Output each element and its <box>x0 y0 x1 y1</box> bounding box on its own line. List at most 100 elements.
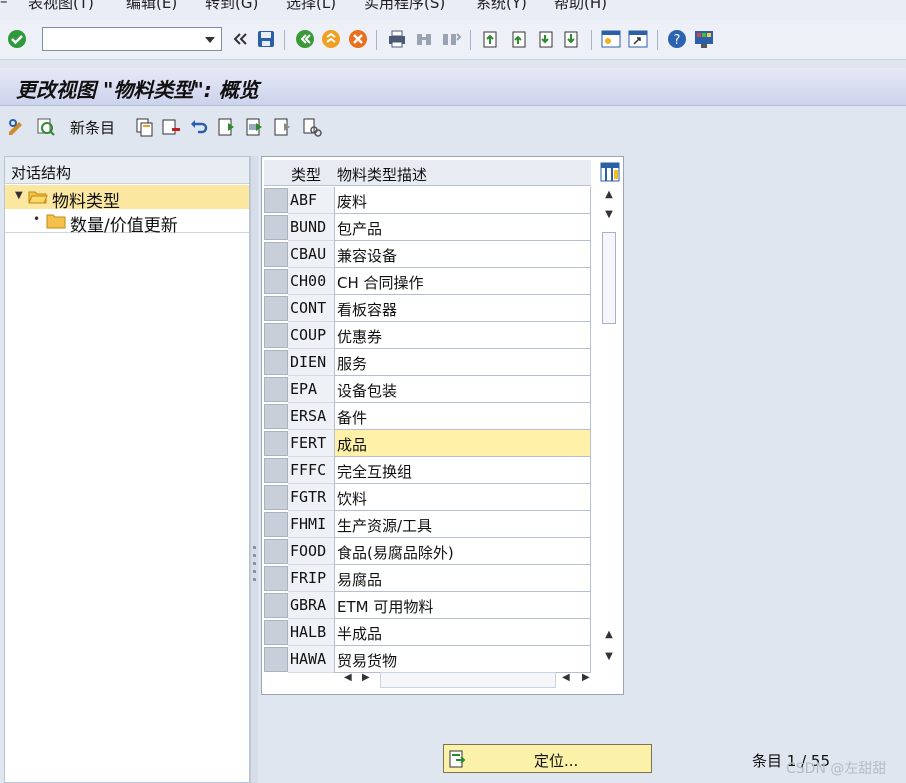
row-selector[interactable] <box>264 512 288 537</box>
tree-node-material-types[interactable]: ▼ 物料类型 <box>5 185 249 212</box>
scroll-bottom-icon[interactable]: ▼ <box>600 649 618 665</box>
print-icon[interactable] <box>386 28 408 50</box>
menu-utilities[interactable]: 实用程序(S) <box>364 0 445 13</box>
scroll-left-icon[interactable]: ◀ <box>344 672 352 683</box>
last-page-icon[interactable] <box>561 28 583 50</box>
row-selector[interactable] <box>264 647 288 672</box>
scroll-right-icon[interactable]: ▶ <box>362 672 370 683</box>
customize-layout-icon[interactable] <box>693 28 715 50</box>
expand-arrow-icon[interactable]: ▼ <box>15 190 23 201</box>
row-selector[interactable] <box>264 485 288 510</box>
menu-selection[interactable]: 选择(L) <box>286 0 336 13</box>
bc-set-icon[interactable] <box>301 116 323 138</box>
row-selector[interactable] <box>264 593 288 618</box>
row-selector[interactable] <box>264 269 288 294</box>
command-field[interactable] <box>42 27 222 51</box>
dropdown-icon[interactable] <box>199 28 221 50</box>
scroll-thumb[interactable] <box>602 232 616 324</box>
position-button[interactable]: 定位... <box>443 744 652 773</box>
scroll-right-end-icon[interactable]: ▶ <box>582 672 590 683</box>
description-cell[interactable]: ETM 可用物料 <box>334 592 591 619</box>
row-selector[interactable] <box>264 620 288 645</box>
menu-help[interactable]: 帮助(H) <box>554 0 607 13</box>
description-cell[interactable]: 完全互换组 <box>334 457 591 484</box>
scroll-down-icon[interactable]: ▲ <box>600 627 618 643</box>
double-left-arrow-icon[interactable] <box>228 28 250 50</box>
description-cell[interactable]: 备件 <box>334 403 591 430</box>
description-cell[interactable]: 看板容器 <box>334 295 591 322</box>
row-selector[interactable] <box>264 296 288 321</box>
description-cell[interactable]: 废料 <box>334 187 591 214</box>
check-icon[interactable] <box>6 28 28 50</box>
type-code-cell: HALB <box>288 619 334 646</box>
menu-goto[interactable]: 转到(G) <box>205 0 258 13</box>
back-icon[interactable] <box>294 28 316 50</box>
select-all-header[interactable] <box>264 160 288 186</box>
save-icon[interactable] <box>255 28 277 50</box>
copy-as-icon[interactable] <box>133 116 155 138</box>
row-selector[interactable] <box>264 566 288 591</box>
type-code-cell: FRIP <box>288 565 334 592</box>
column-header-description[interactable]: 物料类型描述 <box>334 160 591 186</box>
vertical-scrollbar[interactable]: ▲ ▼ ▲ ▼ <box>600 187 618 667</box>
display-change-icon[interactable] <box>6 116 28 138</box>
scroll-top-icon[interactable]: ▲ <box>600 187 618 203</box>
delete-icon[interactable] <box>160 116 182 138</box>
row-selector[interactable] <box>264 350 288 375</box>
row-selector[interactable] <box>264 539 288 564</box>
description-cell[interactable]: 半成品 <box>334 619 591 646</box>
menu-system[interactable]: 系统(Y) <box>476 0 527 13</box>
cancel-icon[interactable] <box>347 28 369 50</box>
next-page-icon[interactable] <box>534 28 556 50</box>
row-selector[interactable] <box>264 188 288 213</box>
menu-edit[interactable]: 编辑(E) <box>126 0 177 13</box>
row-selector[interactable] <box>264 242 288 267</box>
previous-page-icon[interactable] <box>507 28 529 50</box>
row-selector[interactable] <box>264 377 288 402</box>
description-cell[interactable]: 饮料 <box>334 484 591 511</box>
help-icon[interactable]: ? <box>666 28 688 50</box>
separator <box>376 30 377 50</box>
menu-table-view[interactable]: 表视图(T) <box>28 0 94 13</box>
first-page-icon[interactable] <box>480 28 502 50</box>
description-cell[interactable]: 设备包装 <box>334 376 591 403</box>
column-header-type[interactable]: 类型 <box>288 160 334 186</box>
description-cell[interactable]: CH 合同操作 <box>334 268 591 295</box>
pane-splitter[interactable] <box>250 156 258 783</box>
menu-bar: – 表视图(T) 编辑(E) 转到(G) 选择(L) 实用程序(S) 系统(Y)… <box>0 0 906 20</box>
select-all-icon[interactable] <box>216 116 238 138</box>
deselect-all-icon[interactable] <box>272 116 294 138</box>
row-selector[interactable] <box>264 323 288 348</box>
description-cell[interactable]: 优惠券 <box>334 322 591 349</box>
scroll-left-end-icon[interactable]: ◀ <box>562 672 570 683</box>
new-entries-button[interactable]: 新条目 <box>70 117 115 138</box>
row-selector[interactable] <box>264 404 288 429</box>
create-session-icon[interactable] <box>600 28 622 50</box>
other-view-icon[interactable] <box>35 116 57 138</box>
description-cell[interactable]: 生产资源/工具 <box>334 511 591 538</box>
description-cell[interactable]: 易腐品 <box>334 565 591 592</box>
select-block-icon[interactable] <box>244 116 266 138</box>
description-cell[interactable]: 服务 <box>334 349 591 376</box>
row-selector[interactable] <box>264 215 288 240</box>
find-next-icon[interactable] <box>440 28 462 50</box>
type-code-cell: FERT <box>288 430 334 457</box>
row-selector[interactable] <box>264 431 288 456</box>
description-cell[interactable]: 包产品 <box>334 214 591 241</box>
description-cell[interactable]: 食品(易腐品除外) <box>334 538 591 565</box>
scroll-up-icon[interactable]: ▼ <box>600 207 618 223</box>
row-selector[interactable] <box>264 458 288 483</box>
horizontal-scrollbar[interactable]: ◀ ▶ ◀ ▶ <box>340 670 598 690</box>
description-cell[interactable]: 成品 <box>334 430 591 457</box>
description-cell[interactable]: 兼容设备 <box>334 241 591 268</box>
tree-node-quantity-value-update[interactable]: • 数量/价值更新 <box>5 209 249 236</box>
find-icon[interactable] <box>413 28 435 50</box>
horizontal-scroll-track[interactable] <box>380 672 556 688</box>
open-folder-icon <box>28 191 48 204</box>
table-settings-icon[interactable] <box>600 161 620 183</box>
undo-icon[interactable] <box>188 116 210 138</box>
exit-icon[interactable] <box>320 28 342 50</box>
description-cell[interactable]: 贸易货物 <box>334 646 591 673</box>
shortcut-icon[interactable] <box>627 28 649 50</box>
watermark: CSDN @左甜甜 <box>786 761 887 777</box>
